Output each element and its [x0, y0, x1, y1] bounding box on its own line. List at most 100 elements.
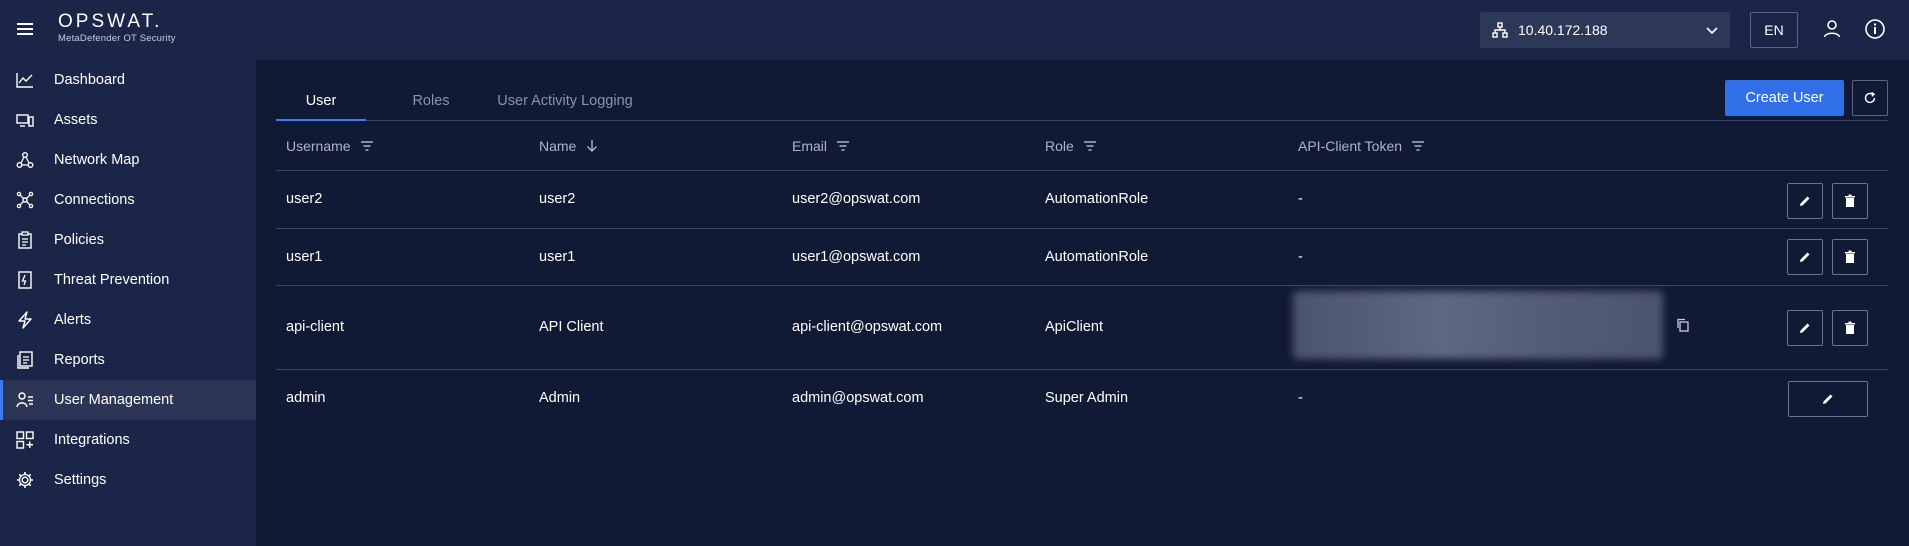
cell-username: api-client [286, 319, 345, 335]
logo-main-text: OPSWAT. [58, 11, 163, 32]
sidebar-item-settings[interactable]: Settings [0, 460, 256, 500]
cell-username: admin [286, 390, 326, 406]
sidebar-item-dashboard[interactable]: Dashboard [0, 60, 256, 100]
pencil-icon [1800, 252, 1810, 262]
chart-line-icon [16, 73, 33, 88]
sidebar-item-label: Alerts [54, 312, 92, 328]
cell-username: user2 [286, 191, 323, 207]
threat-file-icon [18, 271, 32, 289]
filter-icon[interactable] [360, 139, 374, 153]
sidebar-item-assets[interactable]: Assets [0, 100, 256, 140]
cell-token: - [1298, 249, 1303, 265]
sidebar-item-alerts[interactable]: Alerts [0, 300, 256, 340]
sidebar-item-label: Threat Prevention [54, 272, 170, 288]
sidebar-item-label: Dashboard [54, 72, 125, 88]
cell-email: api-client@opswat.com [792, 319, 943, 335]
sidebar-item-integrations[interactable]: Integrations [0, 420, 256, 460]
sidebar-item-network-map[interactable]: Network Map [0, 140, 256, 180]
table-row: user1 user1 user1@opswat.com AutomationR… [276, 229, 1888, 286]
cell-role: AutomationRole [1045, 249, 1149, 265]
ip-address-value: 10.40.172.188 [1518, 22, 1608, 38]
language-button[interactable]: EN [1750, 12, 1798, 48]
table-row: user2 user2 user2@opswat.com AutomationR… [276, 171, 1888, 229]
network-map-icon [16, 152, 34, 168]
trash-icon [1845, 321, 1855, 334]
network-icon [1492, 22, 1508, 38]
sidebar-item-label: User Management [54, 392, 174, 408]
column-header-role[interactable]: Role [1045, 136, 1097, 156]
tabs-divider [276, 120, 1888, 121]
sidebar-item-label: Connections [54, 192, 135, 208]
trash-icon [1845, 250, 1855, 263]
sidebar-item-label: Integrations [54, 432, 130, 448]
cell-token: - [1298, 191, 1303, 207]
connections-icon [16, 191, 34, 209]
cell-name: Admin [539, 390, 581, 406]
pencil-icon [1800, 323, 1810, 333]
clipboard-icon [18, 231, 32, 249]
sidebar-item-label: Assets [54, 112, 98, 128]
cell-name: user2 [539, 191, 576, 207]
logo-sub-text: MetaDefender OT Security [58, 33, 176, 44]
delete-user-button[interactable] [1832, 183, 1868, 219]
cell-token: - [1298, 390, 1303, 406]
tab-user[interactable]: User [276, 80, 366, 122]
trash-icon [1845, 194, 1855, 207]
refresh-button[interactable] [1852, 80, 1888, 116]
sidebar-item-threat-prevention[interactable]: Threat Prevention [0, 260, 256, 300]
copy-icon[interactable] [1676, 318, 1690, 332]
devices-icon [16, 114, 34, 127]
edit-user-button[interactable] [1787, 183, 1823, 219]
sidebar-item-reports[interactable]: Reports [0, 340, 256, 380]
cell-name: API Client [539, 319, 604, 335]
tab-user-activity-logging[interactable]: User Activity Logging [490, 80, 640, 122]
grid-plus-icon [16, 431, 34, 449]
filter-icon[interactable] [1411, 139, 1425, 153]
app-logo: OPSWAT. MetaDefender OT Security [58, 11, 176, 45]
sidebar-item-label: Settings [54, 472, 107, 488]
sidebar-item-user-management[interactable]: User Management [0, 380, 256, 420]
table-row: api-client API Client api-client@opswat.… [276, 286, 1888, 370]
tab-roles[interactable]: Roles [396, 80, 466, 122]
delete-user-button[interactable] [1832, 239, 1868, 275]
sidebar-item-label: Reports [54, 352, 105, 368]
column-header-name[interactable]: Name [539, 136, 599, 156]
column-header-username[interactable]: Username [286, 136, 374, 156]
device-ip-select[interactable]: 10.40.172.188 [1480, 12, 1730, 48]
edit-user-button[interactable] [1787, 239, 1823, 275]
user-list-icon [16, 392, 33, 408]
cell-email: user2@opswat.com [792, 191, 921, 207]
bolt-icon [18, 311, 32, 329]
top-bar: OPSWAT. MetaDefender OT Security 10.40.1… [0, 0, 1909, 60]
delete-user-button[interactable] [1832, 310, 1868, 346]
pencil-icon [1800, 196, 1810, 206]
cell-role: Super Admin [1045, 390, 1129, 406]
filter-icon[interactable] [1083, 139, 1097, 153]
info-icon[interactable] [1864, 18, 1886, 40]
cell-email: admin@opswat.com [792, 390, 924, 406]
edit-user-button[interactable] [1788, 381, 1868, 417]
filter-icon[interactable] [836, 139, 850, 153]
cell-role: AutomationRole [1045, 191, 1149, 207]
column-label: Name [539, 138, 577, 154]
column-header-email[interactable]: Email [792, 136, 850, 156]
create-user-button[interactable]: Create User [1725, 80, 1844, 116]
edit-user-button[interactable] [1787, 310, 1823, 346]
user-profile-icon[interactable] [1821, 18, 1843, 40]
sidebar: Dashboard Assets Network Map Connections… [0, 60, 256, 546]
reports-icon [17, 351, 33, 369]
gear-icon [17, 472, 33, 488]
cell-email: user1@opswat.com [792, 249, 921, 265]
sidebar-item-connections[interactable]: Connections [0, 180, 256, 220]
hamburger-menu-icon[interactable] [16, 19, 36, 39]
table-row: admin Admin admin@opswat.com Super Admin… [276, 370, 1888, 428]
refresh-icon [1864, 91, 1876, 104]
cell-name: user1 [539, 249, 576, 265]
sidebar-item-policies[interactable]: Policies [0, 220, 256, 260]
column-label: Email [792, 138, 828, 154]
column-label: Username [286, 138, 351, 154]
blurred-api-token [1293, 291, 1663, 359]
column-header-api-client-token[interactable]: API-Client Token [1298, 136, 1425, 156]
chevron-down-icon [1706, 27, 1718, 35]
sort-arrow-down-icon[interactable] [585, 139, 599, 153]
